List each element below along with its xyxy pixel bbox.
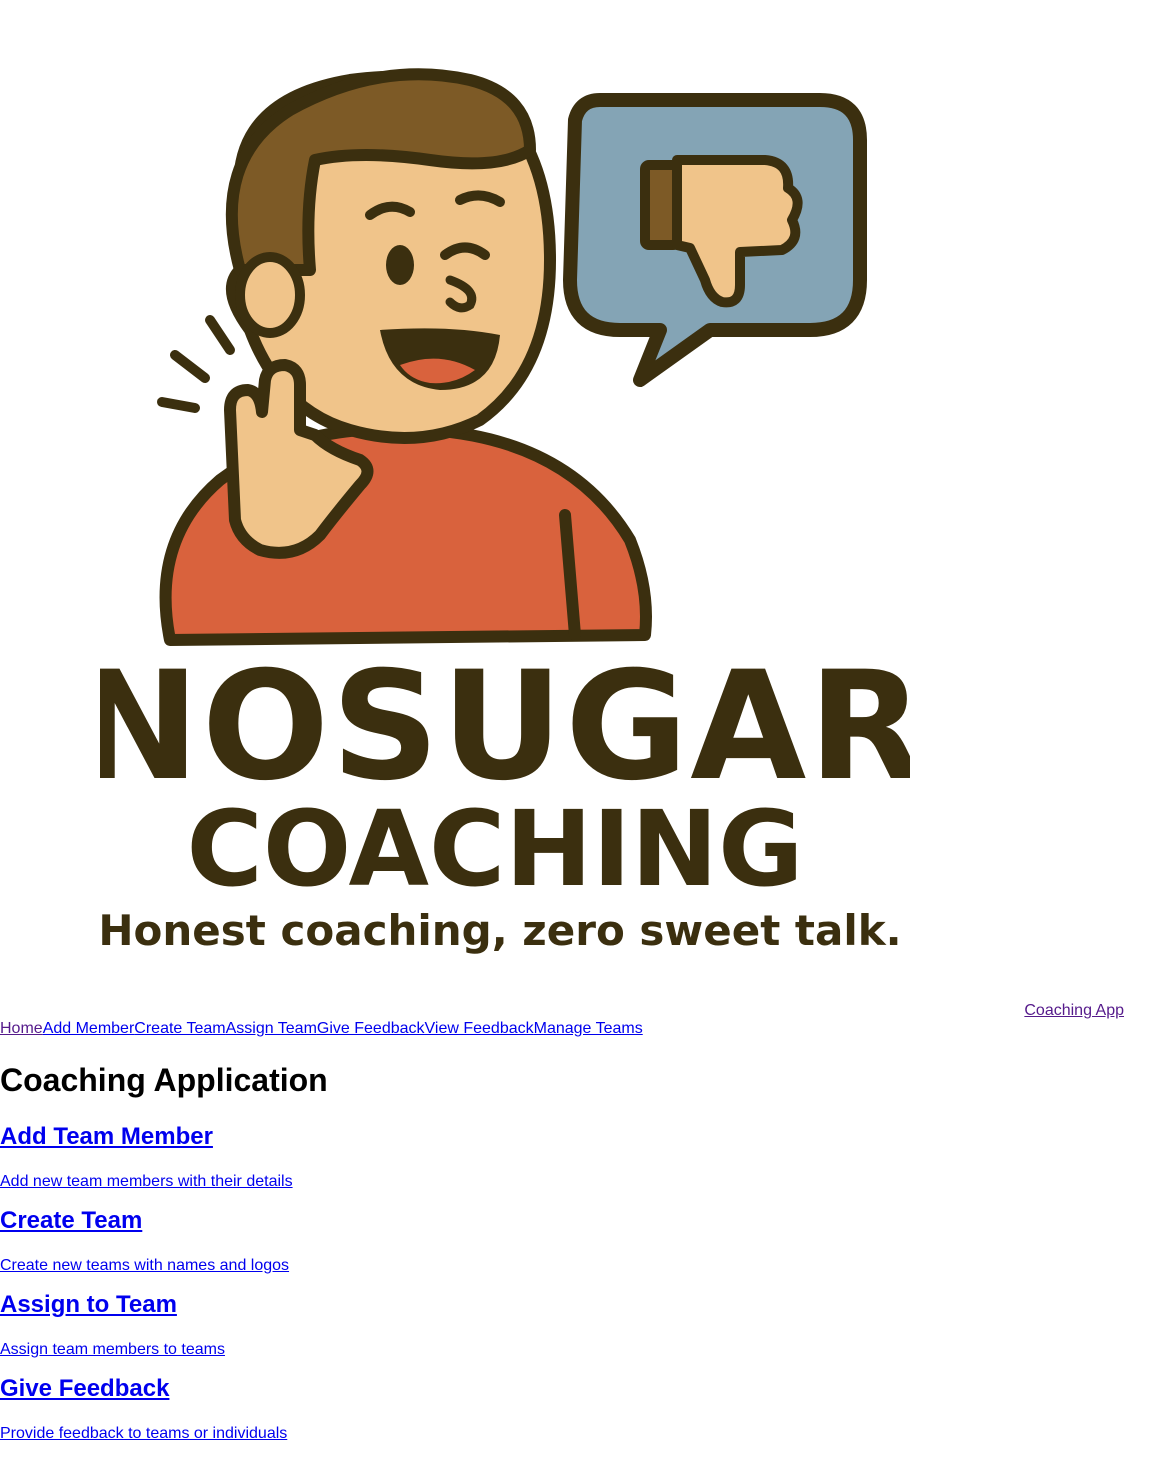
nav-give-feedback[interactable]: Give Feedback [317, 1020, 425, 1038]
nav-create-team[interactable]: Create Team [134, 1020, 225, 1038]
nav-home[interactable]: Home [0, 1020, 43, 1038]
main-content: Coaching Application Add Team Member Add… [0, 1060, 1170, 1444]
logo-title-line2: COACHING [187, 788, 804, 910]
card-create-team: Create Team Create new teams with names … [0, 1206, 1170, 1276]
nav-manage-teams[interactable]: Manage Teams [534, 1020, 643, 1038]
page: NOSUGAR COACHING Honest coaching, zero s… [0, 0, 1170, 1480]
card-title: Create Team [0, 1207, 143, 1234]
card-add-team-member-link[interactable]: Add Team Member Add new team members wit… [0, 1122, 1170, 1192]
nav-view-feedback[interactable]: View Feedback [425, 1020, 534, 1038]
card-assign-to-team: Assign to Team Assign team members to te… [0, 1290, 1170, 1360]
nav-assign-team[interactable]: Assign Team [226, 1020, 317, 1038]
card-description: Add new team members with their details [0, 1173, 293, 1190]
card-description: Provide feedback to teams or individuals [0, 1425, 288, 1442]
nav-add-member[interactable]: Add Member [43, 1020, 135, 1038]
card-description: Create new teams with names and logos [0, 1257, 290, 1274]
logo-tagline: Honest coaching, zero sweet talk. [100, 906, 902, 955]
card-title: Give Feedback [0, 1375, 170, 1402]
main-nav: Home Add Member Create Team Assign Team … [0, 1020, 643, 1038]
page-title: Coaching Application [0, 1062, 328, 1098]
card-give-feedback-link[interactable]: Give Feedback Provide feedback to teams … [0, 1374, 1170, 1444]
card-assign-to-team-link[interactable]: Assign to Team Assign team members to te… [0, 1290, 1170, 1360]
card-description: Assign team members to teams [0, 1341, 225, 1358]
card-add-team-member: Add Team Member Add new team members wit… [0, 1122, 1170, 1192]
card-create-team-link[interactable]: Create Team Create new teams with names … [0, 1206, 1170, 1276]
brand-link[interactable]: Coaching App [1024, 1002, 1124, 1020]
card-title: Add Team Member [0, 1123, 213, 1150]
card-title: Assign to Team [0, 1291, 177, 1318]
card-give-feedback: Give Feedback Provide feedback to teams … [0, 1374, 1170, 1444]
logo: NOSUGAR COACHING Honest coaching, zero s… [100, 40, 910, 970]
